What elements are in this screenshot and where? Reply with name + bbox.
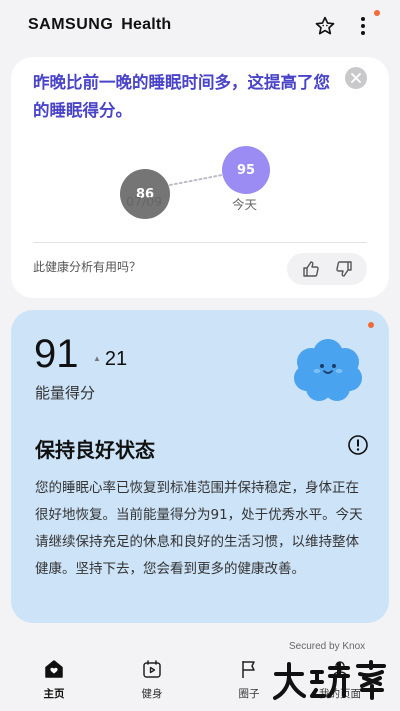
nav-home-label: 主页 [43, 688, 65, 700]
comparison-connector [169, 174, 223, 186]
card-notification-dot [368, 322, 374, 328]
energy-score-delta: 21 [104, 348, 128, 370]
energy-score-card[interactable]: 91 ▲ 21 能量得分 保持良好状态 您的睡眠心率已恢复到标准范围并保持稳定，… [11, 310, 389, 623]
today-score-bubble: 95 [222, 146, 270, 194]
sleep-insight-card[interactable]: 昨晚比前一晚的睡眠时间多，这提高了您的睡眠得分。 86 95 07/09 今天 … [11, 57, 389, 298]
energy-score-value: 91 [34, 332, 79, 376]
app-header: SAMSUNG Health [0, 0, 400, 52]
info-icon[interactable] [347, 434, 369, 456]
star-icon [315, 16, 335, 35]
nav-together-label: 圈子 [238, 688, 260, 700]
home-heart-icon [45, 660, 63, 678]
energy-score-label: 能量得分 [35, 384, 96, 402]
energy-score-change: ▲ 21 [93, 348, 127, 371]
knox-security-label: Secured by Knox [289, 641, 366, 652]
feedback-question: 此健康分析有用吗？ [33, 260, 142, 274]
nav-fitness-label: 健身 [141, 688, 163, 700]
nav-fitness[interactable]: 健身 [122, 658, 182, 702]
brand-samsung: SAMSUNG [28, 16, 114, 33]
more-vertical-icon [361, 17, 365, 35]
status-description: 您的睡眠心率已恢复到标准范围并保持稳定，身体正在很好地恢复。当前能量得分为91，… [35, 480, 363, 577]
today-date-label: 今天 [232, 197, 258, 212]
dismiss-insight-button[interactable] [345, 67, 367, 89]
status-title: 保持良好状态 [35, 438, 155, 462]
app-logo: SAMSUNG Health [28, 16, 171, 34]
previous-date-label: 07/09 [126, 194, 163, 209]
feedback-pill [287, 253, 367, 285]
thumbs-down-icon[interactable] [334, 259, 354, 279]
sleep-score-comparison: 86 95 [11, 137, 389, 237]
fitness-play-icon [143, 660, 161, 678]
close-icon [351, 73, 361, 83]
watermark-logo [273, 660, 386, 700]
divider [33, 242, 367, 243]
nav-home[interactable]: 主页 [24, 658, 84, 702]
notification-dot [374, 10, 380, 16]
cloud-mascot-icon [294, 339, 362, 401]
flag-icon [242, 661, 255, 678]
insight-message: 昨晚比前一晚的睡眠时间多，这提高了您的睡眠得分。 [33, 73, 330, 120]
increase-arrow-icon: ▲ [93, 354, 101, 363]
more-options-button[interactable] [352, 13, 374, 39]
favorites-button[interactable] [312, 13, 338, 39]
brand-health: Health [121, 16, 172, 33]
thumbs-up-icon[interactable] [301, 259, 321, 279]
nav-together[interactable]: 圈子 [219, 658, 279, 702]
